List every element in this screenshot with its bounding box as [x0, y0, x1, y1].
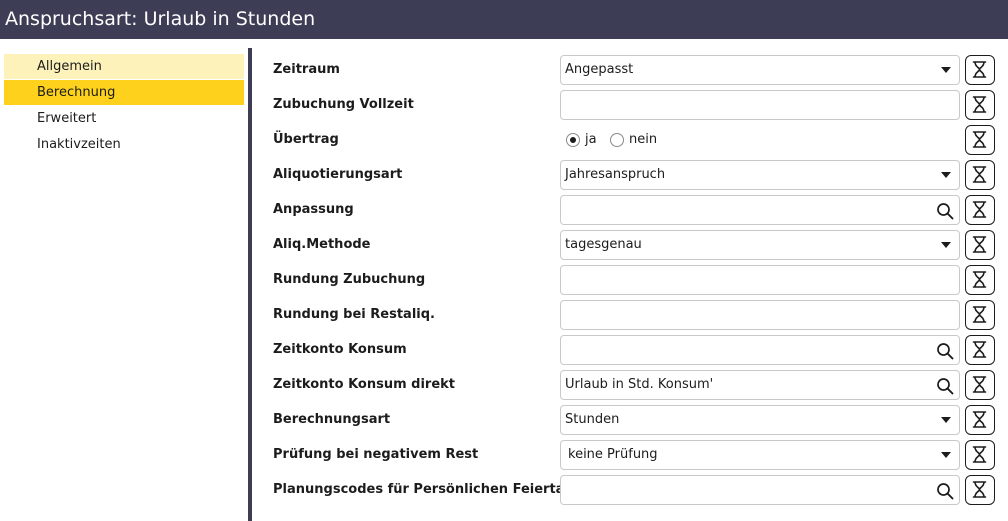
berechnungsart-value: Stunden [565, 412, 620, 427]
form-row-berechnungsart: Berechnungsart Stunden [252, 402, 1008, 437]
anpassung-lookup[interactable] [560, 195, 960, 225]
anpassung-history-button[interactable] [965, 195, 995, 225]
search-icon[interactable] [936, 202, 954, 220]
zubuchung-vollzeit-history-button[interactable] [965, 90, 995, 120]
rundung-zubuchung-history-button[interactable] [965, 265, 995, 295]
zeitraum-select[interactable]: Angepasst [560, 55, 960, 85]
sidebar-item-berechnung[interactable]: Berechnung [4, 80, 244, 105]
search-icon[interactable] [936, 342, 954, 360]
pruefung-negativ-history-button[interactable] [965, 440, 995, 470]
planungscodes-history-button[interactable] [965, 475, 995, 505]
zubuchung-vollzeit-label: Zubuchung Vollzeit [273, 97, 414, 112]
berechnungsart-select[interactable]: Stunden [560, 405, 960, 435]
zeitkonto-konsum-lookup[interactable] [560, 335, 960, 365]
uebertrag-radio-ja[interactable] [566, 133, 580, 147]
zeitkonto-konsum-direkt-lookup[interactable]: Urlaub in Std. Konsum' [560, 370, 960, 400]
form-row-pruefung-negativ: Prüfung bei negativem Rest keine Prüfung [252, 437, 1008, 472]
zeitkonto-konsum-label: Zeitkonto Konsum [273, 342, 407, 357]
form-row-zubuchung-vollzeit: Zubuchung Vollzeit [252, 87, 1008, 122]
hourglass-icon [972, 271, 987, 288]
rundung-restaliq-history-button[interactable] [965, 300, 995, 330]
uebertrag-ja-label[interactable]: ja [585, 122, 597, 157]
anpassung-label: Anpassung [273, 202, 354, 217]
form-row-zeitkonto-konsum-direkt: Zeitkonto Konsum direkt Urlaub in Std. K… [252, 367, 1008, 402]
form-row-planungscodes: Planungscodes für Persönlichen Feiertag [252, 472, 1008, 507]
zeitraum-value: Angepasst [565, 62, 634, 77]
aliquotierungsart-label: Aliquotierungsart [273, 167, 403, 182]
berechnungsart-label: Berechnungsart [273, 412, 391, 427]
sidebar: Allgemein Berechnung Erweitert Inaktivze… [0, 39, 248, 521]
zeitraum-history-button[interactable] [965, 55, 995, 85]
hourglass-icon [972, 446, 987, 463]
rundung-restaliq-input[interactable] [560, 300, 960, 330]
form-row-zeitkonto-konsum: Zeitkonto Konsum [252, 332, 1008, 367]
form-row-anpassung: Anpassung [252, 192, 1008, 227]
hourglass-icon [972, 341, 987, 358]
form-row-rundung-restaliq: Rundung bei Restaliq. [252, 297, 1008, 332]
aliq-methode-value: tagesgenau [565, 237, 642, 252]
pruefung-negativ-value: keine Prüfung [568, 447, 658, 462]
berechnungsart-history-button[interactable] [965, 405, 995, 435]
hourglass-icon [972, 96, 987, 113]
calculation-form: Zeitraum Angepasst Zubuchung Vollzeit Üb… [252, 39, 1008, 521]
aliquotierungsart-value: Jahresanspruch [565, 167, 666, 182]
hourglass-icon [972, 306, 987, 323]
chevron-down-icon [941, 242, 951, 248]
uebertrag-history-button[interactable] [965, 125, 995, 155]
form-row-uebertrag: Übertrag ja nein [252, 122, 1008, 157]
hourglass-icon [972, 61, 987, 78]
zeitkonto-konsum-direkt-value: Urlaub in Std. Konsum' [565, 377, 714, 392]
zeitraum-label: Zeitraum [273, 62, 340, 77]
form-row-aliq-methode: Aliq.Methode tagesgenau [252, 227, 1008, 262]
sidebar-item-allgemein[interactable]: Allgemein [4, 54, 244, 79]
form-row-aliquotierungsart: Aliquotierungsart Jahresanspruch [252, 157, 1008, 192]
pruefung-negativ-label: Prüfung bei negativem Rest [273, 447, 479, 462]
chevron-down-icon [941, 417, 951, 423]
aliquotierungsart-select[interactable]: Jahresanspruch [560, 160, 960, 190]
search-icon[interactable] [936, 482, 954, 500]
planungscodes-label: Planungscodes für Persönlichen Feiertag [273, 482, 574, 497]
uebertrag-nein-label[interactable]: nein [629, 122, 657, 157]
planungscodes-lookup[interactable] [560, 475, 960, 505]
search-icon[interactable] [936, 377, 954, 395]
hourglass-icon [972, 376, 987, 393]
aliq-methode-label: Aliq.Methode [273, 237, 371, 252]
hourglass-icon [972, 236, 987, 253]
uebertrag-label: Übertrag [273, 132, 339, 147]
form-row-zeitraum: Zeitraum Angepasst [252, 52, 1008, 87]
form-row-rundung-zubuchung: Rundung Zubuchung [252, 262, 1008, 297]
pruefung-negativ-select[interactable]: keine Prüfung [560, 440, 960, 470]
hourglass-icon [972, 166, 987, 183]
rundung-zubuchung-label: Rundung Zubuchung [273, 272, 426, 287]
zeitkonto-konsum-direkt-history-button[interactable] [965, 370, 995, 400]
chevron-down-icon [941, 452, 951, 458]
zeitkonto-konsum-direkt-label: Zeitkonto Konsum direkt [273, 377, 456, 392]
page-title: Anspruchsart: Urlaub in Stunden [0, 0, 1008, 39]
rundung-zubuchung-input[interactable] [560, 265, 960, 295]
rundung-restaliq-label: Rundung bei Restaliq. [273, 307, 435, 322]
chevron-down-icon [941, 172, 951, 178]
sidebar-item-inaktivzeiten[interactable]: Inaktivzeiten [4, 132, 244, 157]
hourglass-icon [972, 481, 987, 498]
zeitkonto-konsum-history-button[interactable] [965, 335, 995, 365]
aliquotierungsart-history-button[interactable] [965, 160, 995, 190]
aliq-methode-select[interactable]: tagesgenau [560, 230, 960, 260]
chevron-down-icon [941, 67, 951, 73]
uebertrag-radio-nein[interactable] [610, 133, 624, 147]
hourglass-icon [972, 411, 987, 428]
hourglass-icon [972, 131, 987, 148]
zubuchung-vollzeit-input[interactable] [560, 90, 960, 120]
sidebar-item-erweitert[interactable]: Erweitert [4, 106, 244, 131]
hourglass-icon [972, 201, 987, 218]
aliq-methode-history-button[interactable] [965, 230, 995, 260]
